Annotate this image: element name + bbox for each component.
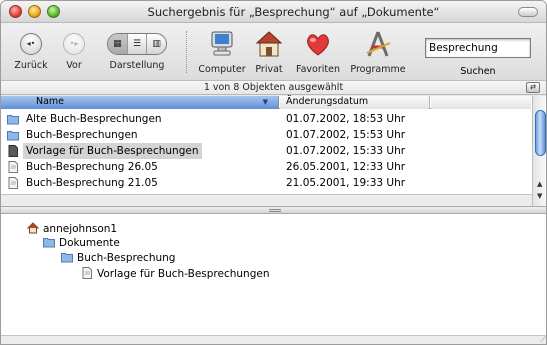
folder-icon	[61, 253, 73, 263]
list-row-name: Buch-Besprechung 21.05	[26, 177, 158, 189]
home-icon	[254, 29, 284, 59]
column-header-name[interactable]: Name ▼	[1, 96, 279, 109]
back-button[interactable]: ◂• Zurück	[13, 29, 49, 71]
home-button[interactable]: Privat	[251, 29, 287, 75]
pane-splitter[interactable]	[1, 206, 546, 214]
list-view-icon[interactable]: ☰	[128, 34, 148, 54]
document-icon	[8, 177, 18, 189]
path-item-label: Buch-Besprechung	[77, 252, 176, 264]
list-row-name: Buch-Besprechungen	[26, 129, 138, 141]
search-input[interactable]	[425, 38, 531, 58]
path-item-label: Dokumente	[59, 237, 120, 249]
scroll-down-arrow-icon[interactable]: ▼	[537, 192, 542, 200]
template-document-icon	[8, 145, 18, 157]
title-bar[interactable]: Suchergebnis für „Besprechung“ auf „Doku…	[1, 1, 546, 23]
path-pane: annejohnson1 Dokumente Buch-Besprechung …	[1, 214, 546, 344]
zoom-button[interactable]	[47, 5, 60, 18]
status-text: 1 von 8 Objekten ausgewählt	[203, 82, 344, 93]
path-item-folder[interactable]: Dokumente	[43, 235, 120, 251]
path-toggle-button[interactable]: ⇄	[526, 82, 540, 93]
applications-label: Programme	[350, 64, 406, 75]
path-item-folder[interactable]: Buch-Besprechung	[61, 250, 175, 266]
column-header-date[interactable]: Änderungsdatum	[280, 96, 430, 109]
favorites-label: Favoriten	[296, 64, 340, 75]
list-row[interactable]: Buch-Besprechungen 01.07.2002, 15:53 Uhr	[1, 127, 531, 143]
applications-icon	[363, 29, 393, 59]
scrollbar-thumb[interactable]	[535, 110, 546, 156]
toolbar-toggle-button[interactable]	[518, 7, 538, 17]
back-arrow-icon: ◂•	[20, 33, 42, 55]
vertical-scrollbar[interactable]: ▲ ▼	[532, 96, 546, 206]
list-header: Name ▼ Änderungsdatum	[1, 96, 531, 109]
list-row-date: 21.05.2001, 19:33 Uhr	[286, 177, 406, 189]
folder-icon	[7, 115, 19, 125]
list-row[interactable]: Alte Buch-Besprechungen 01.07.2002, 18:5…	[1, 111, 531, 127]
resize-grip-icon[interactable]: ⟋	[540, 335, 546, 344]
column-header-date-label: Änderungsdatum	[286, 96, 369, 107]
scroll-up-arrow-icon[interactable]: ▲	[537, 180, 542, 188]
list-row[interactable]: Buch-Besprechung 21.05 21.05.2001, 19:33…	[1, 175, 531, 191]
horizontal-scrollbar[interactable]	[1, 194, 532, 206]
column-view-icon[interactable]: ▥	[147, 34, 166, 54]
computer-button[interactable]: Computer	[197, 29, 247, 75]
splitter-grip-icon[interactable]	[269, 209, 281, 212]
view-label: Darstellung	[109, 60, 165, 71]
view-control[interactable]: ▦ ☰ ▥ Darstellung	[105, 29, 169, 71]
path-item-document[interactable]: Vorlage für Buch-Besprechungen	[81, 266, 270, 282]
list-row-name: Alte Buch-Besprechungen	[26, 113, 162, 125]
computer-icon	[207, 29, 237, 59]
list-row-name: Buch-Besprechung 26.05	[26, 161, 158, 173]
list-row-date: 01.07.2002, 15:33 Uhr	[286, 145, 406, 157]
toolbar-separator	[186, 31, 187, 73]
toolbar: ◂• Zurück •▸ Vor ▦ ☰ ▥ Darstellung Compu…	[1, 23, 546, 81]
status-bar: 1 von 8 Objekten ausgewählt ⇄	[1, 81, 546, 95]
back-label: Zurück	[14, 60, 48, 71]
folder-icon	[43, 238, 55, 248]
path-item-label: annejohnson1	[43, 223, 118, 235]
document-icon	[82, 267, 92, 279]
forward-arrow-icon: •▸	[63, 33, 85, 55]
applications-button[interactable]: Programme	[349, 29, 407, 75]
computer-label: Computer	[198, 64, 246, 75]
minimize-button[interactable]	[28, 5, 41, 18]
home-label: Privat	[255, 64, 283, 75]
list-row[interactable]: Buch-Besprechung 26.05 26.05.2001, 12:33…	[1, 159, 531, 175]
list-row-date: 01.07.2002, 15:53 Uhr	[286, 129, 406, 141]
list-row-date: 26.05.2001, 12:33 Uhr	[286, 161, 406, 173]
forward-label: Vor	[66, 60, 82, 71]
document-icon	[8, 161, 18, 173]
column-header-name-label: Name	[36, 96, 65, 107]
search-label: Suchen	[460, 66, 496, 77]
forward-button[interactable]: •▸ Vor	[59, 29, 89, 71]
icon-view-icon[interactable]: ▦	[108, 34, 128, 54]
results-list: Name ▼ Änderungsdatum Alte Buch-Besprech…	[1, 96, 546, 206]
view-segmented-control[interactable]: ▦ ☰ ▥	[107, 33, 167, 55]
heart-icon	[303, 29, 333, 59]
finder-window: Suchergebnis für „Besprechung“ auf „Doku…	[0, 0, 547, 345]
list-row-date: 01.07.2002, 18:53 Uhr	[286, 113, 406, 125]
window-title: Suchergebnis für „Besprechung“ auf „Doku…	[147, 5, 440, 19]
list-row-selected[interactable]: Vorlage für Buch-Besprechungen 01.07.200…	[1, 143, 531, 159]
favorites-button[interactable]: Favoriten	[293, 29, 343, 75]
home-icon	[27, 222, 39, 234]
list-row-name: Vorlage für Buch-Besprechungen	[23, 143, 202, 159]
path-item-label: Vorlage für Buch-Besprechungen	[97, 268, 270, 280]
sort-descending-icon: ▼	[262, 98, 268, 106]
folder-icon	[7, 131, 19, 141]
close-button[interactable]	[9, 5, 22, 18]
column-header-empty	[431, 96, 531, 109]
bottom-bar: ⟋	[1, 335, 546, 344]
